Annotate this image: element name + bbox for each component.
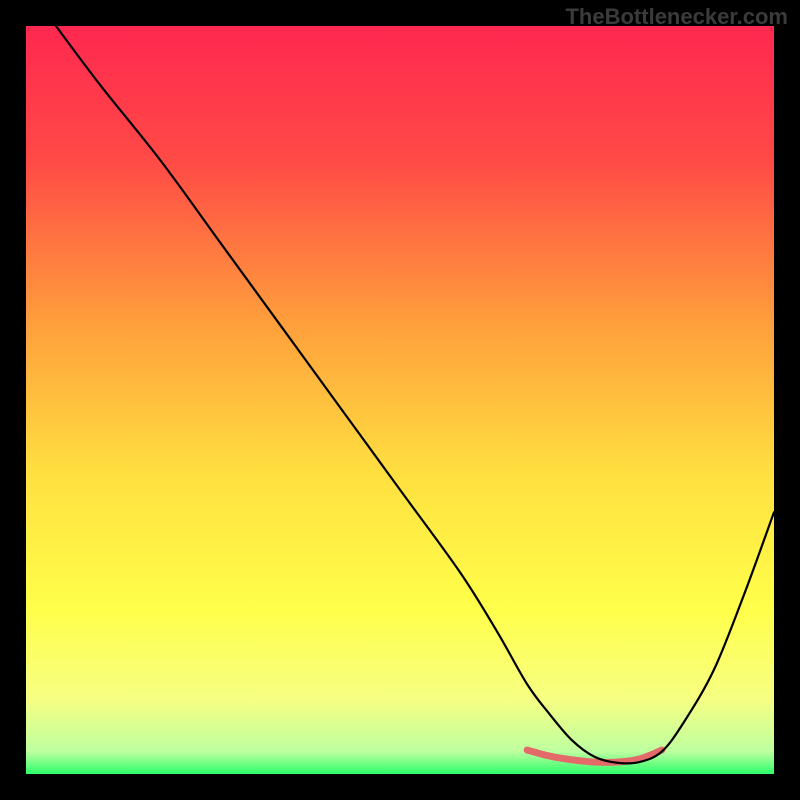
watermark-text: TheBottlenecker.com (565, 4, 788, 30)
chart-background (26, 26, 774, 774)
chart-frame: TheBottlenecker.com (0, 0, 800, 800)
bottleneck-chart (26, 26, 774, 774)
